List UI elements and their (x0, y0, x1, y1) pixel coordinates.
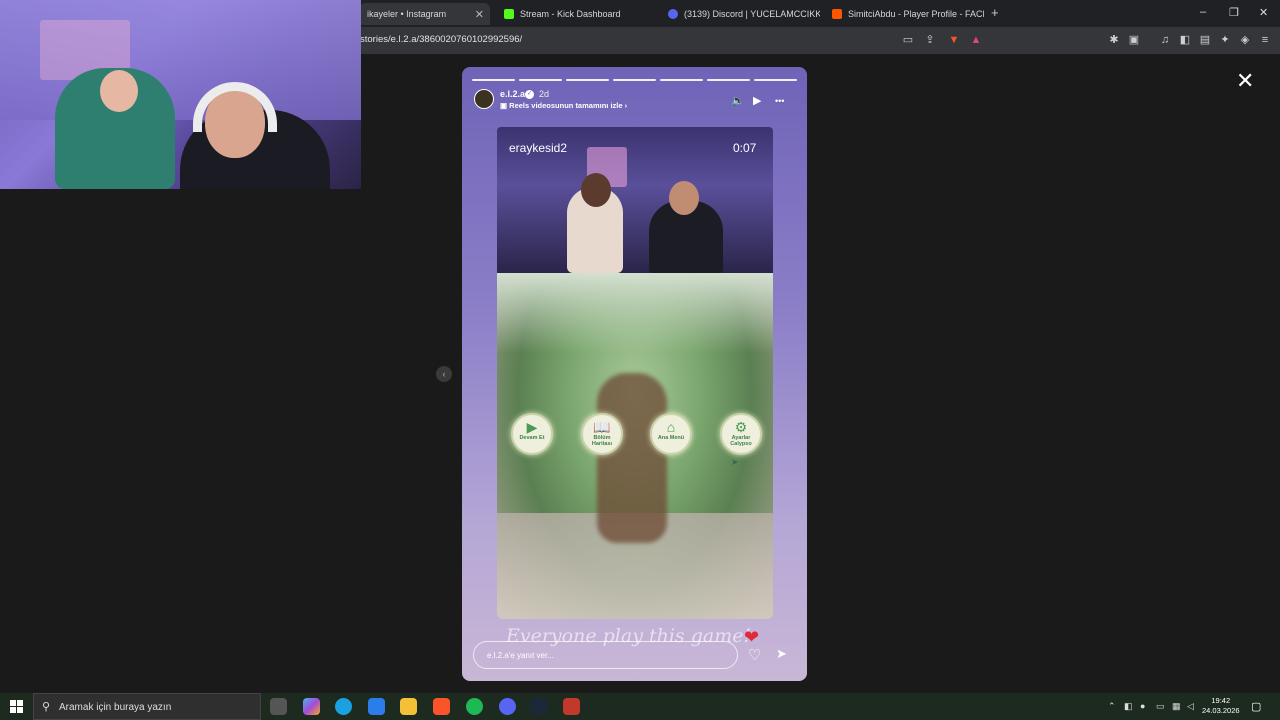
button-label: Bölüm Haritası (591, 435, 613, 447)
notification-center-icon[interactable]: ▢ (1251, 700, 1261, 713)
tray-app-icon[interactable]: ◧ (1124, 701, 1133, 712)
display-icon[interactable]: ▭ (1156, 701, 1165, 712)
game-continue-button[interactable]: ▶ Devam Et (511, 413, 553, 455)
progress-segment (613, 79, 656, 81)
cast-icon[interactable]: ▭ (901, 33, 915, 47)
button-label: Ana Menü (657, 435, 685, 441)
music-icon[interactable]: ♫ (1158, 33, 1172, 47)
spotify-icon[interactable] (466, 698, 483, 715)
tab-label: Stream - Kick Dashboard (520, 9, 621, 19)
edge-icon[interactable] (335, 698, 352, 715)
discord-icon (668, 9, 678, 19)
volume-icon[interactable]: ◁ (1187, 701, 1194, 712)
brave-rewards-icon[interactable]: ▲ (969, 33, 983, 47)
progress-segment (660, 79, 703, 81)
url-field[interactable]: stories/e.l.2.a/3860020760102992596/ (360, 34, 522, 45)
windows-start-icon[interactable] (10, 700, 23, 713)
copilot-icon[interactable] (303, 698, 320, 715)
home-icon: ⌂ (666, 419, 676, 435)
progress-segment (566, 79, 609, 81)
story-age: 2d (539, 89, 550, 99)
clip-username: eraykesid2 (509, 141, 568, 155)
verified-icon: ✓ (525, 90, 534, 99)
clock-time: 19:42 (1211, 696, 1231, 705)
button-label: Devam Et (519, 435, 545, 441)
close-tab-icon[interactable]: ✕ (475, 8, 484, 21)
story-username[interactable]: e.l.2.a (500, 89, 525, 99)
tab-kick[interactable]: Stream - Kick Dashboard (496, 3, 656, 25)
tab-instagram[interactable]: ikayeler • Instagram ✕ (359, 3, 490, 25)
more-options-icon[interactable]: ••• (775, 96, 784, 106)
game-chapter-map-button[interactable]: 📖 Bölüm Haritası (581, 413, 623, 455)
leo-ai-icon[interactable]: ✦ (1218, 33, 1232, 47)
steam-icon[interactable] (530, 698, 547, 715)
tab-label: SimitciAbdu - Player Profile - FACEIT (848, 9, 984, 19)
task-view-icon[interactable] (270, 698, 287, 715)
windows-taskbar: ⚲ Aramak için buraya yazın ⌃ ◧ ● ▭ ▦ ◁ 1… (0, 693, 1280, 720)
clip-timer: 0:07 (733, 141, 757, 155)
file-explorer-icon[interactable] (400, 698, 417, 715)
extensions-icon[interactable]: ✱ (1107, 33, 1121, 47)
like-icon[interactable]: ♡ (748, 646, 761, 664)
play-icon: ▶ (526, 419, 538, 435)
heart-emoji-icon: ❤ (744, 627, 760, 647)
reels-link-label: Reels videosunun tamamını izle (509, 101, 623, 110)
tab-discord[interactable]: (3139) Discord | YUCELAMCCIKK KÖY (660, 3, 820, 25)
faceit-icon (832, 9, 842, 19)
tab-label: (3139) Discord | YUCELAMCCIKK KÖY (684, 9, 820, 19)
restore-button[interactable]: ❐ (1229, 6, 1239, 19)
game-main-menu-button[interactable]: ⌂ Ana Menü (650, 413, 692, 455)
window-close-button[interactable]: ✕ (1259, 6, 1268, 19)
discord-icon[interactable] (499, 698, 516, 715)
gear-icon: ⚙ (734, 419, 748, 435)
brave-icon[interactable] (433, 698, 450, 715)
story-progress (472, 79, 797, 81)
wallet-icon[interactable]: ▤ (1198, 33, 1212, 47)
webcam-overlay (0, 0, 361, 189)
vpn-icon[interactable]: ◈ (1238, 33, 1252, 47)
search-icon: ⚲ (42, 701, 51, 713)
close-icon[interactable]: ✕ (1236, 68, 1254, 94)
progress-segment (519, 79, 562, 81)
menu-icon[interactable]: ≡ (1258, 33, 1272, 47)
kick-icon (504, 9, 514, 19)
mail-icon[interactable] (368, 698, 385, 715)
new-tab-button[interactable]: + (991, 5, 999, 20)
network-icon[interactable]: ▦ (1172, 701, 1181, 712)
game-settings-button[interactable]: ⚙ Ayarlar Calypso (720, 413, 762, 455)
mouse-cursor-icon: ➤ (731, 457, 739, 467)
clock-date: 24.03.2026 (1202, 706, 1240, 715)
send-icon[interactable]: ➤ (776, 646, 787, 662)
sidebar-icon[interactable]: ◧ (1178, 33, 1192, 47)
tab-faceit[interactable]: SimitciAbdu - Player Profile - FACEIT (824, 3, 984, 25)
avatar[interactable] (474, 89, 494, 109)
valorant-icon[interactable] (563, 698, 580, 715)
button-label: Ayarlar Calypso (730, 435, 752, 447)
progress-segment (707, 79, 750, 81)
reels-link[interactable]: ▣ Reels videosunun tamamını izle › (500, 101, 627, 110)
screenshot-icon[interactable]: ▣ (1127, 33, 1141, 47)
play-icon[interactable]: ▶ (753, 94, 761, 107)
game-character (597, 373, 667, 543)
progress-segment (754, 79, 797, 81)
tab-label: ikayeler • Instagram (367, 9, 447, 19)
search-placeholder: Aramak için buraya yazın (59, 702, 172, 713)
book-icon: 📖 (593, 419, 611, 435)
share-icon[interactable]: ⇪ (923, 33, 937, 47)
taskbar-clock[interactable]: 19:42 24.03.2026 (1202, 696, 1240, 716)
minimize-button[interactable]: – (1200, 6, 1206, 18)
taskbar-search[interactable]: ⚲ Aramak için buraya yazın (33, 693, 261, 720)
story-card[interactable]: e.l.2.a ✓ 2d ▣ Reels videosunun tamamını… (462, 67, 807, 681)
mute-icon[interactable]: 🔈 (731, 94, 745, 107)
brave-shield-icon[interactable]: ▼ (947, 33, 961, 47)
reply-input[interactable]: e.l.2.a'e yanıt ver... (473, 641, 738, 669)
progress-segment (472, 79, 515, 81)
previous-story-button[interactable]: ‹ (436, 366, 452, 382)
tray-overflow-icon[interactable]: ⌃ (1108, 701, 1116, 712)
microphone-icon[interactable]: ● (1140, 701, 1145, 711)
